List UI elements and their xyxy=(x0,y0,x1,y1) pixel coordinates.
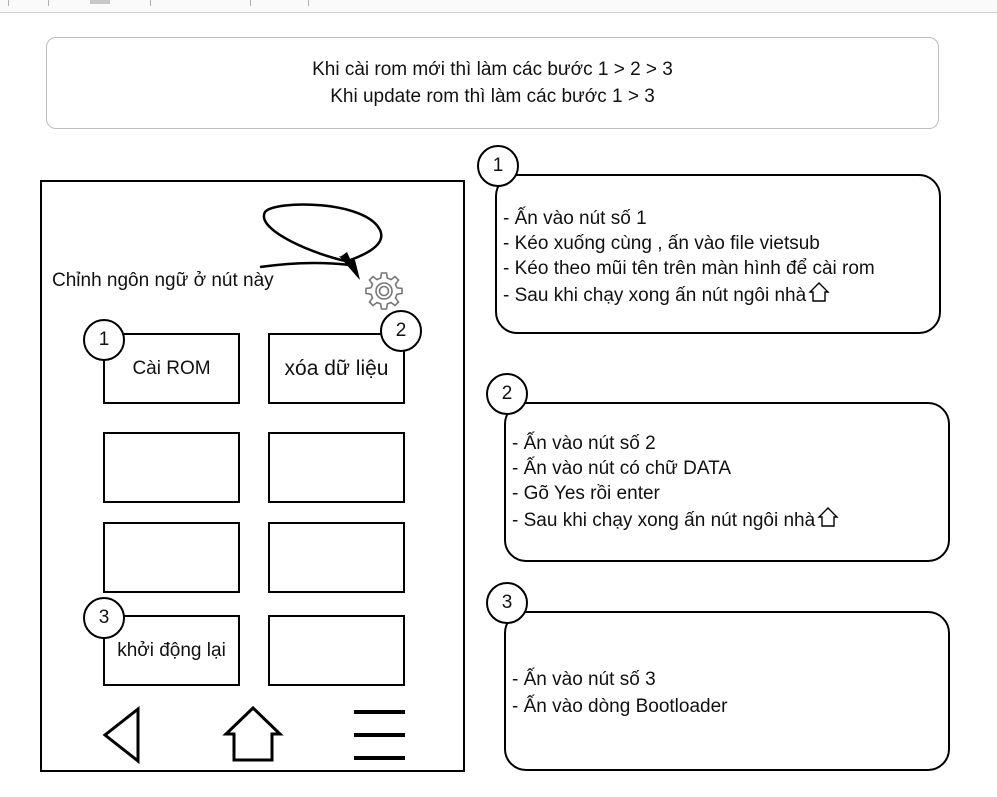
step-line: - Kéo xuống cùng , ấn vào file vietsub xyxy=(503,233,820,254)
step-line: - Kéo theo mũi tên trên màn hình để cài … xyxy=(503,258,875,279)
toolbar-separator xyxy=(308,0,309,6)
step-line: - Ấn vào dòng Bootloader xyxy=(512,696,728,717)
home-icon[interactable] xyxy=(222,704,284,764)
step-card-badge-1: 1 xyxy=(477,145,519,187)
toolbar-separator xyxy=(48,0,49,6)
empty-button[interactable] xyxy=(103,522,240,593)
wipe-data-label: xóa dữ liệu xyxy=(284,356,389,380)
empty-button[interactable] xyxy=(268,522,405,593)
note-line-1: Khi cài rom mới thì làm các bước 1 > 2 >… xyxy=(312,59,673,80)
instruction-note: Khi cài rom mới thì làm các bước 1 > 2 >… xyxy=(46,37,939,129)
step-line: - Ấn vào nút có chữ DATA xyxy=(512,458,731,479)
step-line: - Ấn vào nút số 2 xyxy=(512,433,656,454)
step-card-badge-3: 3 xyxy=(486,582,528,624)
empty-button[interactable] xyxy=(268,432,405,503)
note-line-2: Khi update rom thì làm các bước 1 > 3 xyxy=(330,86,655,107)
home-icon xyxy=(817,507,839,527)
step-card-1-lines: - Ấn vào nút số 1 - Kéo xuống cùng , ấn … xyxy=(503,206,875,308)
home-icon xyxy=(808,282,830,302)
step-line: - Gõ Yes rồi enter xyxy=(512,483,660,504)
reboot-label: khởi động lại xyxy=(117,639,226,661)
empty-button[interactable] xyxy=(268,615,405,686)
step-line: - Sau khi chạy xong ấn nút ngôi nhà xyxy=(503,281,875,308)
gear-icon[interactable] xyxy=(364,270,404,310)
step-line: - Ấn vào nút số 3 xyxy=(512,669,656,690)
install-rom-label: Cài ROM xyxy=(132,357,211,379)
toolbar-separator xyxy=(8,0,9,6)
step-card-3-lines: - Ấn vào nút số 3 - Ấn vào dòng Bootload… xyxy=(512,666,728,720)
step-line: - Ấn vào nút số 1 xyxy=(503,208,647,229)
step-badge-1: 1 xyxy=(83,319,125,361)
step-line-text: - Sau khi chạy xong ấn nút ngôi nhà xyxy=(512,510,816,531)
empty-button[interactable] xyxy=(103,432,240,503)
step-line-text: - Sau khi chạy xong ấn nút ngôi nhà xyxy=(503,285,807,306)
step-badge-2: 2 xyxy=(380,310,422,352)
step-line: - Sau khi chạy xong ấn nút ngôi nhà xyxy=(512,506,839,533)
step-badge-3: 3 xyxy=(83,597,125,639)
step-card-2-lines: - Ấn vào nút số 2 - Ấn vào nút có chữ DA… xyxy=(512,431,839,533)
language-label: Chỉnh ngôn ngữ ở nút này xyxy=(52,270,274,291)
toolbar-strip xyxy=(0,0,997,13)
toolbar-button[interactable] xyxy=(90,0,110,4)
toolbar-separator xyxy=(250,0,251,6)
menu-icon[interactable] xyxy=(352,708,408,762)
toolbar-separator xyxy=(150,0,151,6)
back-icon[interactable] xyxy=(100,705,144,765)
step-card-badge-2: 2 xyxy=(486,373,528,415)
